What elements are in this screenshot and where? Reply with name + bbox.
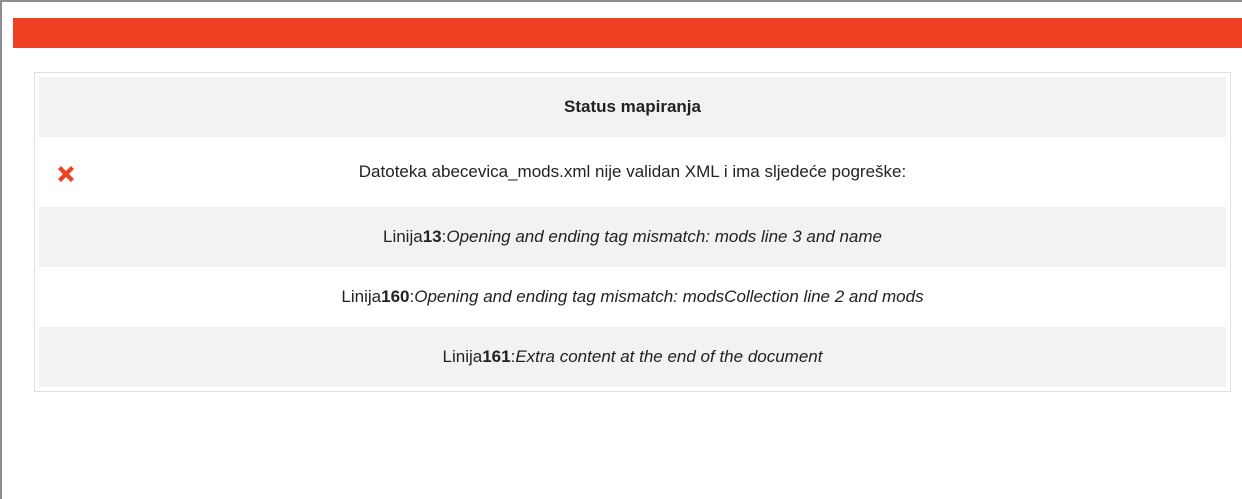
mapping-status-panel: Status mapiranja Datoteka abecevica_mods… [34, 72, 1231, 392]
error-line-number: 13 [422, 227, 442, 246]
accent-bar [13, 18, 1242, 48]
error-line-prefix: Linija [341, 287, 382, 306]
status-header: Status mapiranja [39, 77, 1226, 137]
error-text: Opening and ending tag mismatch: modsCol… [414, 287, 924, 306]
error-row: Linija 13: Opening and ending tag mismat… [39, 207, 1226, 267]
error-row: Linija 161: Extra content at the end of … [39, 327, 1226, 387]
error-line-number: 160 [381, 287, 410, 306]
error-line-prefix: Linija [442, 347, 483, 366]
error-line-number: 161 [482, 347, 511, 366]
status-title: Status mapiranja [564, 97, 701, 116]
status-message-row: Datoteka abecevica_mods.xml nije validan… [39, 137, 1226, 207]
page-frame: Status mapiranja Datoteka abecevica_mods… [0, 0, 1242, 499]
error-row: Linija 160: Opening and ending tag misma… [39, 267, 1226, 327]
error-text: Opening and ending tag mismatch: mods li… [446, 227, 883, 246]
error-text: Extra content at the end of the document [515, 347, 823, 366]
status-message: Datoteka abecevica_mods.xml nije validan… [358, 162, 907, 181]
error-line-prefix: Linija [382, 227, 423, 246]
close-icon [54, 162, 78, 186]
